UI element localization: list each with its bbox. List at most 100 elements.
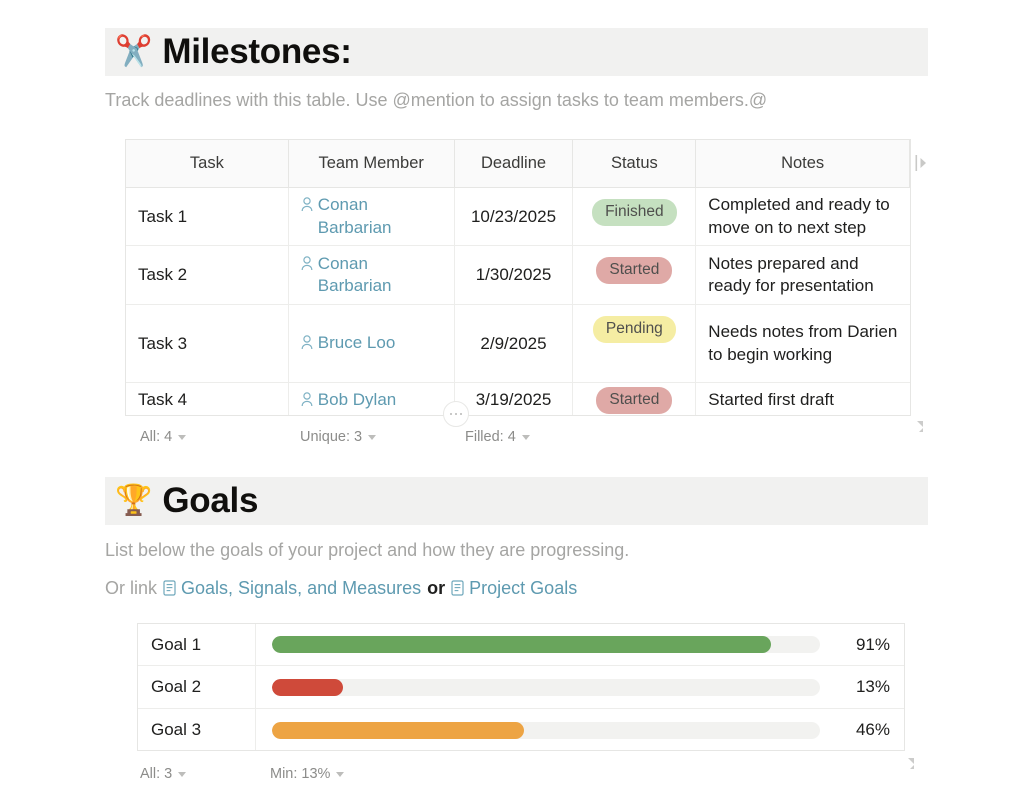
deadline-text: 1/30/2025 xyxy=(475,265,552,284)
cell-deadline[interactable]: 3/19/2025 xyxy=(455,383,574,415)
chevron-down-icon xyxy=(178,771,187,777)
chevron-down-icon xyxy=(368,434,377,440)
summary-min-label: Min: 13% xyxy=(270,766,331,782)
row-options-button[interactable] xyxy=(443,401,469,427)
milestones-table: Task Team Member Deadline Status Notes T… xyxy=(125,139,911,416)
notes-text: Completed and ready to move on to next s… xyxy=(708,195,890,237)
deadline-text: 3/19/2025 xyxy=(475,390,552,409)
cell-notes[interactable]: Needs notes from Darien to begin working xyxy=(696,305,910,382)
summary-min[interactable]: Min: 13% xyxy=(270,766,345,782)
cell-team-member[interactable]: Bob Dylan xyxy=(289,383,455,415)
table-header-row: Task Team Member Deadline Status Notes xyxy=(126,140,910,188)
summary-all[interactable]: All: 3 xyxy=(140,766,270,782)
table-row: Task 1 Conan Barbarian 10/23/2025 Finish… xyxy=(126,188,910,246)
or-link-prefix: Or link xyxy=(105,578,158,598)
status-badge: Started xyxy=(596,386,673,414)
cell-notes[interactable]: Completed and ready to move on to next s… xyxy=(696,188,910,245)
goals-heading-banner: 🏆 Goals xyxy=(105,477,928,525)
goal-progress-cell[interactable] xyxy=(256,678,836,696)
cell-task[interactable]: Task 1 xyxy=(126,188,289,245)
cell-deadline[interactable]: 10/23/2025 xyxy=(455,188,574,245)
status-badge: Pending xyxy=(592,316,676,343)
chevron-down-icon xyxy=(178,434,187,440)
dot xyxy=(459,412,463,416)
person-icon xyxy=(301,392,313,406)
person-mention[interactable]: Bruce Loo xyxy=(301,332,396,354)
goal-progress-cell[interactable] xyxy=(256,721,836,739)
person-icon xyxy=(301,255,313,270)
deadline-text: 2/9/2025 xyxy=(480,333,547,353)
summary-filled-label: Filled: 4 xyxy=(465,429,516,445)
person-mention[interactable]: Conan Barbarian xyxy=(301,253,442,298)
link-project-goals[interactable]: Project Goals xyxy=(451,578,577,599)
cell-status[interactable]: Finished xyxy=(573,188,697,245)
chevron-down-icon xyxy=(521,434,530,440)
person-name: Bob Dylan xyxy=(317,389,397,409)
cell-task[interactable]: Task 2 xyxy=(126,246,289,304)
goals-link-line: Or link Goals, Signals, and Measures or … xyxy=(105,578,577,599)
goal-name[interactable]: Goal 3 xyxy=(138,709,256,750)
summary-filled[interactable]: Filled: 4 xyxy=(465,429,530,445)
notes-text: Started first draft xyxy=(708,389,834,409)
notes-text: Notes prepared and ready for presentatio… xyxy=(708,253,874,295)
cell-deadline[interactable]: 1/30/2025 xyxy=(455,246,574,304)
summary-unique[interactable]: Unique: 3 xyxy=(300,429,465,445)
goal-percent: 91% xyxy=(855,634,890,654)
progress-track xyxy=(272,721,820,739)
cell-team-member[interactable]: Bruce Loo xyxy=(289,305,455,382)
person-name: Conan Barbarian xyxy=(317,253,392,295)
goal-percent: 13% xyxy=(855,677,890,696)
goal-name[interactable]: Goal 1 xyxy=(138,624,256,666)
column-header-deadline[interactable]: Deadline xyxy=(455,140,574,187)
column-header-task[interactable]: Task xyxy=(126,140,289,187)
goal-percent: 46% xyxy=(855,720,890,739)
table-row: Task 4 Bob Dylan 3/19/2025 Started Start… xyxy=(126,383,910,415)
cell-status[interactable]: Pending xyxy=(573,305,697,382)
person-mention[interactable]: Conan Barbarian xyxy=(301,194,442,239)
link-label: Project Goals xyxy=(469,578,578,598)
column-header-status[interactable]: Status xyxy=(573,140,697,187)
person-mention[interactable]: Bob Dylan xyxy=(301,389,396,411)
milestones-resize-handle[interactable] xyxy=(911,420,924,433)
column-header-notes[interactable]: Notes xyxy=(696,140,910,187)
expand-columns-icon[interactable] xyxy=(915,154,929,172)
dot xyxy=(454,412,458,416)
cell-deadline[interactable]: 2/9/2025 xyxy=(455,305,574,382)
cell-status[interactable]: Started xyxy=(573,246,697,304)
dot xyxy=(449,412,453,416)
link-conjunction: or xyxy=(427,578,446,598)
column-header-team-member[interactable]: Team Member xyxy=(289,140,455,187)
cell-notes[interactable]: Notes prepared and ready for presentatio… xyxy=(696,246,910,304)
cell-team-member[interactable]: Conan Barbarian xyxy=(289,188,455,245)
goal-row: Goal 3 46% xyxy=(138,709,904,750)
progress-fill xyxy=(272,678,344,696)
goal-progress-cell[interactable] xyxy=(256,636,836,653)
goals-table: Goal 1 91% Goal 2 13% Goal 3 46% xyxy=(137,623,905,751)
milestones-heading-banner: ✂️ Milestones: xyxy=(105,28,928,76)
summary-all-label: All: 3 xyxy=(140,766,173,782)
progress-fill xyxy=(272,636,771,653)
scissors-emoji: ✂️ xyxy=(115,35,153,68)
goal-name[interactable]: Goal 2 xyxy=(138,665,256,709)
person-icon xyxy=(301,197,313,212)
summary-unique-label: Unique: 3 xyxy=(300,429,363,445)
milestones-description: Track deadlines with this table. Use @me… xyxy=(105,90,768,110)
cell-task[interactable]: Task 3 xyxy=(126,305,289,382)
summary-all[interactable]: All: 4 xyxy=(140,429,300,445)
goal-row: Goal 1 91% xyxy=(138,624,904,666)
document-icon xyxy=(451,580,464,596)
trophy-emoji: 🏆 xyxy=(115,484,153,517)
goals-resize-handle[interactable] xyxy=(902,757,915,770)
table-row: Task 2 Conan Barbarian 1/30/2025 Started… xyxy=(126,246,910,305)
document-icon xyxy=(163,580,176,596)
cell-notes[interactable]: Started first draft xyxy=(696,383,910,415)
cell-team-member[interactable]: Conan Barbarian xyxy=(289,246,455,304)
goals-summary-bar: All: 3 Min: 13% xyxy=(140,764,910,784)
link-goals-signals-measures[interactable]: Goals, Signals, and Measures xyxy=(163,578,421,599)
goal-row: Goal 2 13% xyxy=(138,665,904,709)
cell-status[interactable]: Started xyxy=(573,383,697,415)
cell-task[interactable]: Task 4 xyxy=(126,383,289,415)
person-name: Bruce Loo xyxy=(317,333,396,353)
person-icon xyxy=(301,335,313,350)
goals-title: Goals xyxy=(162,481,259,520)
